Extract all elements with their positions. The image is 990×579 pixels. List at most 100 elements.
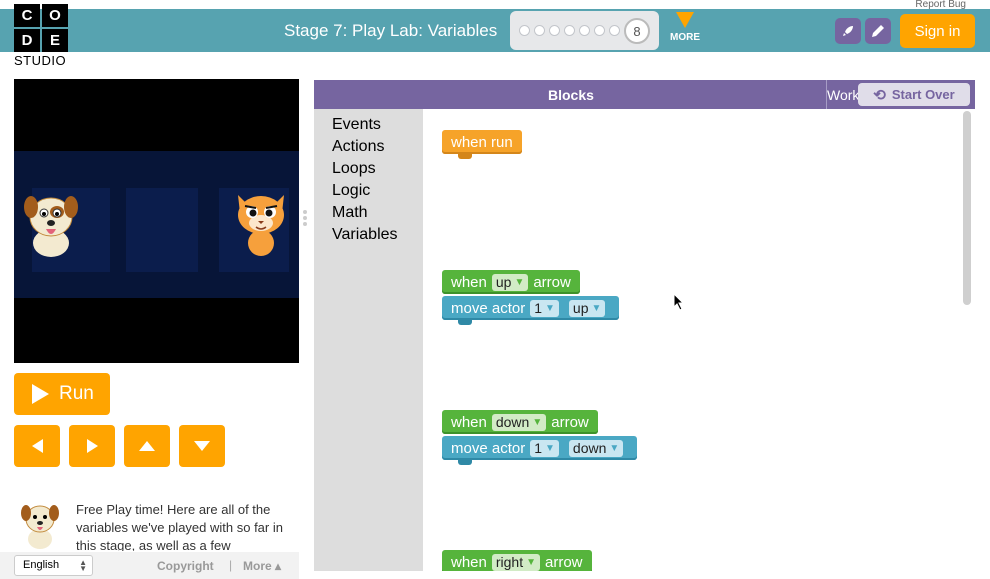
block-label: arrow: [545, 553, 583, 571]
up-arrow-button[interactable]: [124, 425, 170, 467]
block-connector: [458, 320, 472, 325]
logo-letter: C: [14, 4, 40, 27]
blocks-header-label: Blocks: [548, 87, 594, 103]
arrow-left-icon: [31, 439, 43, 453]
start-over-button[interactable]: ⟲ Start Over: [858, 83, 970, 106]
dropdown-caret-icon: ▼: [532, 416, 543, 428]
direction-dropdown[interactable]: right ▼: [491, 553, 540, 571]
block-label: when: [451, 553, 487, 571]
pencil-icon: [872, 25, 884, 37]
block-label: arrow: [533, 273, 571, 291]
direction-dropdown[interactable]: up ▼: [568, 299, 606, 317]
chevron-down-icon: [676, 12, 694, 28]
toolbox-category-actions[interactable]: Actions: [332, 138, 384, 156]
dropdown-value: right: [495, 554, 524, 570]
logo-letter: O: [42, 4, 68, 27]
block-label: when: [451, 273, 487, 291]
block-connector: [458, 154, 472, 159]
block-label: arrow: [551, 413, 589, 431]
dropdown-caret-icon: ▼: [514, 276, 525, 288]
arrow-up-icon: [139, 441, 155, 451]
run-button[interactable]: Run: [14, 373, 110, 415]
report-bug-link[interactable]: Report Bug: [915, 0, 966, 10]
when-run-block[interactable]: when run: [442, 130, 522, 159]
block-workspace[interactable]: when run when up ▼ arrow move actor 1 ▼ up…: [423, 109, 975, 571]
level-dot[interactable]: [564, 25, 575, 36]
workspace-header-label: Workspace: [827, 87, 861, 103]
footer: English ▲ ▼ Copyright | More ▴: [0, 552, 299, 579]
resize-handle[interactable]: [302, 208, 308, 230]
toolbox-category-logic[interactable]: Logic: [332, 182, 370, 200]
workspace-scrollbar[interactable]: [963, 111, 971, 305]
down-arrow-button[interactable]: [179, 425, 225, 467]
arrow-right-icon: [86, 439, 98, 453]
dropdown-caret-icon: ▼: [545, 302, 555, 314]
cat-actor[interactable]: [232, 185, 290, 257]
more-label: MORE: [670, 32, 700, 43]
language-select[interactable]: English ▲ ▼: [14, 555, 93, 576]
current-level-badge[interactable]: 8: [624, 18, 650, 44]
direction-dropdown[interactable]: down ▼: [568, 439, 624, 457]
rocket-icon: [843, 26, 853, 36]
language-value: English: [23, 559, 60, 571]
toolbox-category-events[interactable]: Events: [332, 116, 381, 134]
actor-dropdown[interactable]: 1 ▼: [530, 439, 559, 457]
logo-letter: E: [42, 29, 68, 52]
mouse-cursor-icon: [673, 293, 685, 311]
rocket-button[interactable]: [835, 18, 861, 44]
when-arrow-block-right[interactable]: when right ▼ arrow: [442, 550, 592, 571]
toolbox-category-variables[interactable]: Variables: [332, 226, 398, 244]
dropdown-value: up: [495, 274, 512, 290]
select-caret-icon: ▲ ▼: [79, 558, 87, 573]
pencil-button[interactable]: [865, 18, 891, 44]
footer-more-link[interactable]: More ▴: [243, 559, 281, 573]
dropdown-caret-icon: ▼: [591, 302, 602, 314]
actor-dropdown[interactable]: 1 ▼: [530, 299, 559, 317]
level-dot[interactable]: [579, 25, 590, 36]
sign-in-button[interactable]: Sign in: [900, 14, 975, 48]
direction-dropdown[interactable]: down ▼: [491, 413, 547, 431]
dog-actor[interactable]: [22, 187, 80, 259]
level-dot[interactable]: [609, 25, 620, 36]
grip-dot: [303, 210, 307, 214]
when-arrow-block-up[interactable]: when up ▼ arrow: [442, 270, 580, 294]
play-icon: [32, 384, 49, 404]
game-stage[interactable]: [14, 79, 299, 363]
instructions-text: Free Play time! Here are all of the vari…: [76, 502, 283, 551]
right-arrow-button[interactable]: [69, 425, 115, 467]
dropdown-value: up: [572, 300, 589, 316]
grip-dot: [303, 216, 307, 220]
block-label: move actor: [451, 439, 526, 457]
level-dot[interactable]: [594, 25, 605, 36]
dropdown-value: down: [572, 440, 607, 456]
more-menu-button[interactable]: MORE: [668, 12, 702, 43]
dropdown-value: 1: [534, 300, 542, 316]
when-arrow-block-down[interactable]: when down ▼ arrow: [442, 410, 598, 434]
arrow-down-icon: [194, 441, 210, 451]
dropdown-value: down: [495, 414, 530, 430]
move-actor-block-up[interactable]: move actor 1 ▼ up ▼: [442, 296, 620, 325]
level-dot[interactable]: [549, 25, 560, 36]
start-over-label: Start Over: [891, 87, 955, 102]
move-actor-block-down[interactable]: move actor 1 ▼ down ▼: [442, 436, 638, 465]
dog-avatar: [21, 505, 59, 549]
run-label: Run: [59, 383, 94, 404]
stage-title: Stage 7: Play Lab: Variables: [284, 21, 498, 40]
logo-studio-text: STUDIO: [14, 53, 67, 68]
toolbox-category-math[interactable]: Math: [332, 204, 368, 222]
dropdown-caret-icon: ▼: [609, 442, 620, 454]
dropdown-caret-icon: ▼: [545, 442, 555, 454]
level-dot[interactable]: [519, 25, 530, 36]
block-toolbox: Events Actions Loops Logic Math Variable…: [314, 109, 423, 571]
grip-dot: [303, 222, 307, 226]
level-progress: 8: [510, 11, 659, 50]
direction-dropdown[interactable]: up ▼: [491, 273, 529, 291]
background-panel: [126, 188, 198, 272]
toolbox-category-loops[interactable]: Loops: [332, 160, 376, 178]
level-dot[interactable]: [534, 25, 545, 36]
dropdown-value: 1: [534, 440, 542, 456]
left-arrow-button[interactable]: [14, 425, 60, 467]
block-connector: [458, 460, 472, 465]
code-studio-logo[interactable]: C O D E STUDIO: [14, 4, 70, 74]
copyright-link[interactable]: Copyright: [157, 559, 214, 573]
